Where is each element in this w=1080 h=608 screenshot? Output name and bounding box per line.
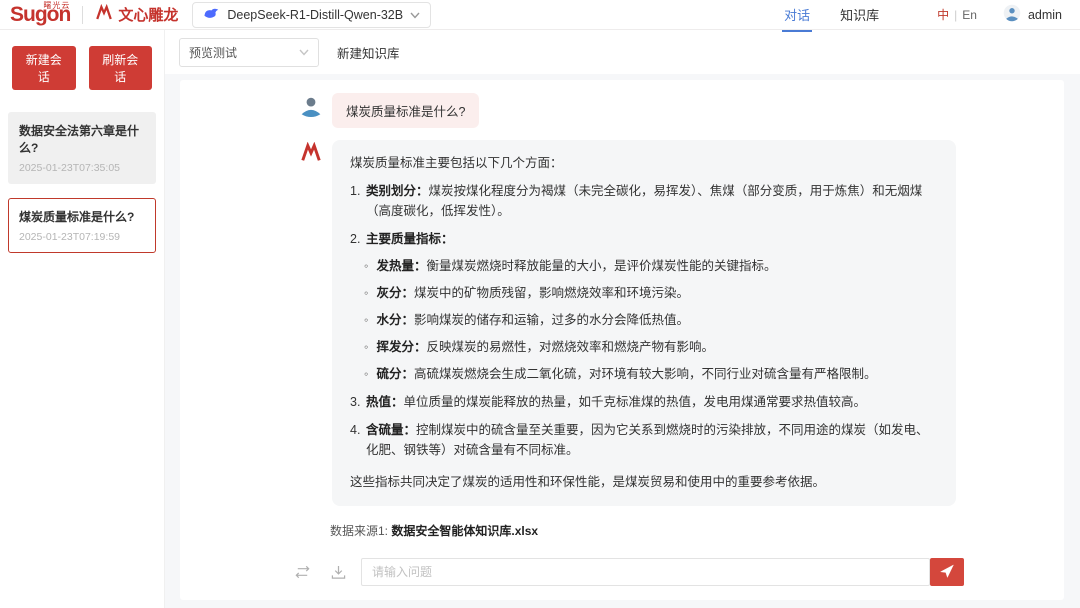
answer-item-text: 控制煤炭中的硫含量至关重要，因为它关系到燃烧时的污染排放，不同用途的煤炭（如发电… xyxy=(366,423,929,457)
deepseek-whale-icon xyxy=(203,6,220,24)
answer-item-1: 1. 类别划分：煤炭按煤化程度分为褐煤（未完全碳化，易挥发）、焦煤（部分变质，用… xyxy=(350,184,923,218)
username-label: admin xyxy=(1027,7,1062,22)
language-switcher: 中 | En xyxy=(937,6,977,23)
conversation-list: 数据安全法第六章是什么? 2025-01-23T07:35:05 煤炭质量标准是… xyxy=(0,112,164,253)
knowledge-base-select[interactable]: 预览测试 xyxy=(179,37,319,67)
top-nav: 对话 知识库 xyxy=(782,0,881,32)
quality-indicator-list: 发热量：衡量煤炭燃烧时释放能量的大小，是评价煤炭性能的关键指标。 灰分：煤炭中的… xyxy=(364,256,938,384)
conversation-item-selected[interactable]: 煤炭质量标准是什么? 2025-01-23T07:19:59 xyxy=(8,198,156,253)
chat-message-area[interactable]: 煤炭质量标准是什么? 煤炭质量标准主要包括以下几个方面： 1. 类别划分：煤炭按… xyxy=(180,80,1064,558)
data-source-line: 数据来源1: 数据安全智能体知识库.xlsx xyxy=(330,524,539,538)
header-divider xyxy=(82,5,84,24)
data-sources-section: 数据来源1: 数据安全智能体知识库.xlsx 相关性: 0.875083 数据来… xyxy=(330,522,956,558)
answer-item-2: 2. 主要质量指标： xyxy=(350,229,938,249)
answer-item-text: 单位质量的煤炭能释放的热量，如千克标准煤的热值，发电用煤通常要求热值较高。 xyxy=(403,395,867,409)
answer-item-label: 热值： xyxy=(366,395,404,409)
assistant-message-row: 煤炭质量标准主要包括以下几个方面： 1. 类别划分：煤炭按煤化程度分为褐煤（未完… xyxy=(300,140,956,506)
list-item: 挥发分：反映煤炭的易燃性，对燃烧效率和燃烧产物有影响。 xyxy=(364,337,938,357)
export-download-icon[interactable] xyxy=(329,563,347,581)
message-input-bar xyxy=(180,558,1064,600)
assistant-message-bubble: 煤炭质量标准主要包括以下几个方面： 1. 类别划分：煤炭按煤化程度分为褐煤（未完… xyxy=(332,140,956,506)
clear-history-icon[interactable] xyxy=(293,563,311,581)
user-message-row: 煤炭质量标准是什么? xyxy=(300,93,956,128)
user-message-bubble: 煤炭质量标准是什么? xyxy=(332,93,480,128)
knowledge-base-select-value: 预览测试 xyxy=(189,45,238,60)
nav-tab-chat[interactable]: 对话 xyxy=(782,0,813,32)
conversation-title: 数据安全法第六章是什么? xyxy=(19,124,140,155)
assistant-closing: 这些指标共同决定了煤炭的适用性和环保性能，是煤炭贸易和使用中的重要参考依据。 xyxy=(350,475,826,489)
new-knowledge-base-link[interactable]: 新建知识库 xyxy=(337,43,400,62)
chevron-down-icon xyxy=(410,8,420,22)
knowledge-base-toolbar: 预览测试 新建知识库 xyxy=(165,30,1080,74)
assistant-flame-avatar-icon xyxy=(300,141,322,164)
refresh-conversation-button[interactable]: 刷新会话 xyxy=(88,46,152,90)
lang-zh-option[interactable]: 中 xyxy=(937,6,949,23)
question-input[interactable] xyxy=(361,558,930,586)
conversation-timestamp: 2025-01-23T07:19:59 xyxy=(19,231,120,243)
list-item: 灰分：煤炭中的矿物质残留，影响燃烧效率和环境污染。 xyxy=(364,283,938,303)
answer-item-label: 主要质量指标： xyxy=(366,232,454,246)
new-conversation-button[interactable]: 新建会话 xyxy=(12,46,76,90)
lang-en-option[interactable]: En xyxy=(962,8,977,22)
flame-icon xyxy=(95,3,113,26)
user-chat-avatar-icon xyxy=(300,95,322,117)
send-button[interactable] xyxy=(930,558,964,586)
product-brand-label: 文心雕龙 xyxy=(118,7,179,24)
list-item: 水分：影响煤炭的储存和运输，过多的水分会降低热值。 xyxy=(364,310,938,330)
user-menu[interactable]: admin xyxy=(1003,4,1062,25)
sugon-logo: Sugon 曙光云 xyxy=(10,1,71,25)
chat-panel: 煤炭质量标准是什么? 煤炭质量标准主要包括以下几个方面： 1. 类别划分：煤炭按… xyxy=(180,80,1064,600)
nav-tab-knowledge-base[interactable]: 知识库 xyxy=(838,0,881,30)
assistant-intro: 煤炭质量标准主要包括以下几个方面： xyxy=(350,156,563,170)
list-item: 发热量：衡量煤炭燃烧时释放能量的大小，是评价煤炭性能的关键指标。 xyxy=(364,256,938,276)
model-selector-dropdown[interactable]: DeepSeek-R1-Distill-Qwen-32B xyxy=(192,1,432,28)
user-avatar-icon xyxy=(1003,4,1021,25)
answer-item-label: 类别划分： xyxy=(366,184,429,198)
answer-item-text: 煤炭按煤化程度分为褐煤（未完全碳化，易挥发）、焦煤（部分变质，用于炼焦）和无烟煤… xyxy=(366,184,923,218)
product-brand: 文心雕龙 xyxy=(95,3,179,26)
answer-item-label: 含硫量： xyxy=(366,423,417,437)
app-header: Sugon 曙光云 文心雕龙 DeepSeek-R1-Distill-Qwen-… xyxy=(0,0,1080,32)
chevron-down-icon xyxy=(299,45,309,59)
paper-plane-icon xyxy=(939,563,955,582)
answer-item-3: 3. 热值：单位质量的煤炭能释放的热量，如千克标准煤的热值，发电用煤通常要求热值… xyxy=(350,395,867,409)
conversation-title: 煤炭质量标准是什么? xyxy=(19,210,135,224)
conversation-sidebar: 新建会话 刷新会话 数据安全法第六章是什么? 2025-01-23T07:35:… xyxy=(0,30,165,608)
lang-separator: | xyxy=(954,7,958,22)
conversation-item[interactable]: 数据安全法第六章是什么? 2025-01-23T07:35:05 xyxy=(8,112,156,184)
answer-item-4: 4. 含硫量：控制煤炭中的硫含量至关重要，因为它关系到燃烧时的污染排放，不同用途… xyxy=(350,423,929,457)
list-item: 硫分：高硫煤炭燃烧会生成二氧化硫，对环境有较大影响，不同行业对硫含量有严格限制。 xyxy=(364,364,938,384)
sugon-cloud-label: 曙光云 xyxy=(43,1,71,10)
model-selector-value: DeepSeek-R1-Distill-Qwen-32B xyxy=(227,7,404,22)
conversation-timestamp: 2025-01-23T07:35:05 xyxy=(19,162,120,174)
